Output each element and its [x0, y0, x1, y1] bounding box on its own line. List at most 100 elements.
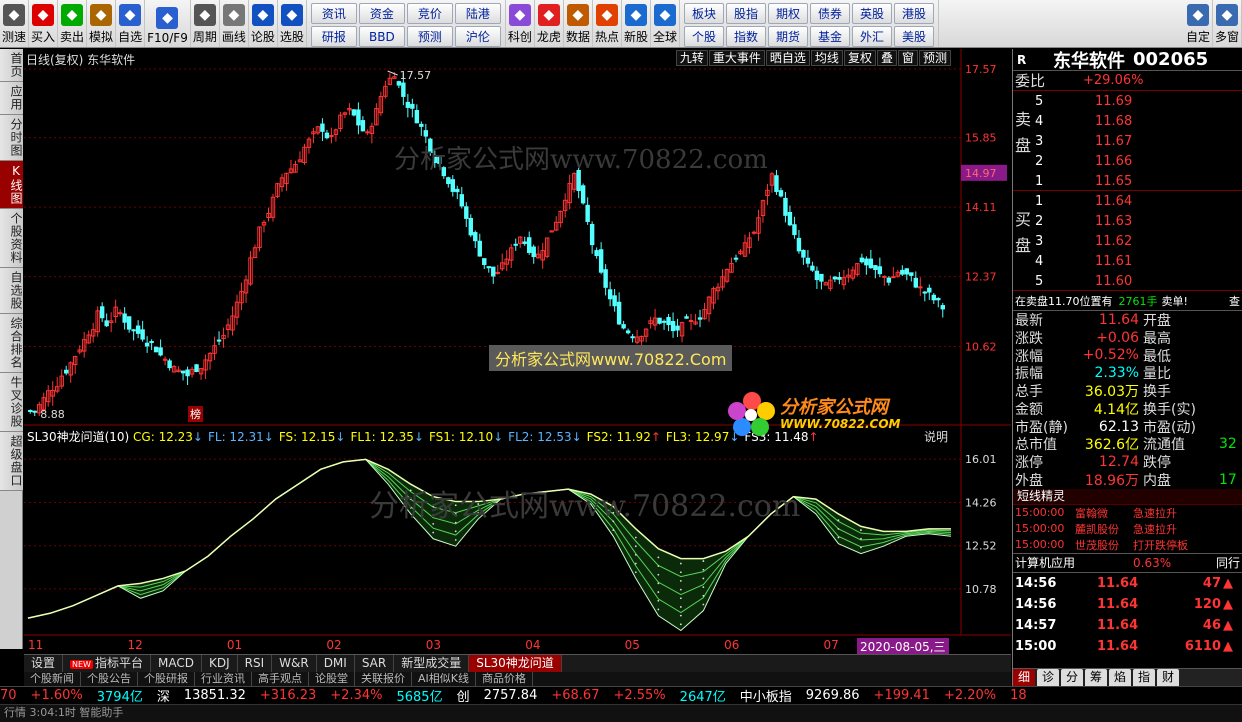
panel-tab[interactable]: 指: [1133, 669, 1155, 686]
left-tab[interactable]: 首页: [0, 49, 23, 82]
indicator-tab[interactable]: SL30神龙问道: [469, 655, 562, 672]
panel-tab[interactable]: 焰: [1109, 669, 1131, 686]
toolbar-button-stock-picker[interactable]: ◆ 选股: [278, 0, 307, 47]
toolbar-market-button[interactable]: 股指: [726, 3, 766, 24]
panel-tab[interactable]: 细: [1013, 669, 1035, 686]
orderbook-row[interactable]: 3 11.67: [1013, 131, 1242, 151]
chart-tool-button[interactable]: 预测: [918, 50, 951, 66]
toolbar-button-ipo[interactable]: ◆ 新股: [622, 0, 651, 47]
toolbar-market-button[interactable]: 板块: [684, 3, 724, 24]
indicator-tab[interactable]: DMI: [317, 655, 355, 672]
info-tab[interactable]: 个股公告: [81, 672, 138, 686]
toolbar-market-button[interactable]: 期货: [768, 26, 808, 47]
indicator-tab[interactable]: MACD: [151, 655, 202, 672]
toolbar-grid-button[interactable]: 资讯: [310, 3, 357, 24]
toolbar-grid-button[interactable]: 沪伦: [454, 26, 501, 47]
toolbar-button-discuss[interactable]: ◆ 论股: [249, 0, 278, 47]
toolbar-button-globe[interactable]: ◆ 全球: [651, 0, 680, 47]
toolbar-button-period[interactable]: ◆ 周期: [191, 0, 220, 47]
chart-tool-button[interactable]: 窗: [897, 50, 918, 66]
panel-tab[interactable]: 诊: [1037, 669, 1059, 686]
left-tab[interactable]: 自选股: [0, 268, 23, 314]
chart-tool-button[interactable]: 复权: [843, 50, 876, 66]
left-tab[interactable]: 应用: [0, 82, 23, 115]
candle: [455, 185, 460, 200]
panel-tab[interactable]: 财: [1157, 669, 1179, 686]
sector-row[interactable]: 计算机应用 0.63% 同行: [1013, 552, 1242, 573]
panel-tab[interactable]: 筹: [1085, 669, 1107, 686]
chart-tool-button[interactable]: 均线: [810, 50, 843, 66]
indicator-tab[interactable]: W&R: [272, 655, 317, 672]
short-wizard-item[interactable]: 15:00:00 麓凯股份 急速拉升: [1013, 521, 1242, 537]
indicator-tab[interactable]: KDJ: [202, 655, 238, 672]
orderbook-row[interactable]: 4 11.61: [1013, 251, 1242, 271]
toolbar-market-button[interactable]: 外汇: [852, 26, 892, 47]
toolbar-button-data[interactable]: ◆ 数据: [564, 0, 593, 47]
indicator-tab[interactable]: SAR: [355, 655, 395, 672]
toolbar-grid-button[interactable]: 资金: [358, 3, 405, 24]
toolbar-grid-button[interactable]: 竞价: [406, 3, 453, 24]
toolbar-button-draw-line[interactable]: ◆ 画线: [220, 0, 249, 47]
toolbar-button-buy[interactable]: ◆ 买入: [29, 0, 59, 47]
panel-tab[interactable]: 分: [1061, 669, 1083, 686]
left-tab[interactable]: 牛叉诊股: [0, 373, 23, 432]
toolbar-button-f10[interactable]: ◆ F10/F9: [145, 0, 191, 47]
orderbook-row[interactable]: 1 11.65: [1013, 171, 1242, 191]
toolbar-button-simulate[interactable]: ◆ 模拟: [87, 0, 117, 47]
info-tab[interactable]: 高手观点: [252, 672, 309, 686]
toolbar-market-button[interactable]: 期权: [768, 3, 808, 24]
left-tab[interactable]: 综合排名: [0, 314, 23, 373]
toolbar-button-multi-window[interactable]: ◆ 多窗: [1213, 0, 1242, 47]
chart-tool-button[interactable]: 叠: [876, 50, 897, 66]
toolbar-grid-button[interactable]: BBD: [358, 26, 405, 47]
orderbook-row[interactable]: 5 11.60: [1013, 271, 1242, 291]
orderbook-row[interactable]: 3 11.62: [1013, 231, 1242, 251]
toolbar-button-speed-test[interactable]: ◆ 测速: [0, 0, 30, 47]
left-tab[interactable]: K线图: [0, 161, 23, 209]
toolbar-button-star-market[interactable]: ◆ 科创: [506, 0, 535, 47]
toolbar-market-button[interactable]: 美股: [894, 26, 934, 47]
orderbook-row[interactable]: 2 11.63: [1013, 211, 1242, 231]
chart-tool-button[interactable]: 晒自选: [765, 50, 810, 66]
indicator-tab[interactable]: RSI: [238, 655, 273, 672]
toolbar-grid-button[interactable]: 研报: [310, 26, 357, 47]
short-wizard-item[interactable]: 15:00:00 世茂股份 打开跌停板: [1013, 537, 1242, 553]
info-tab[interactable]: 行业资讯: [195, 672, 252, 686]
toolbar-button-hotspot[interactable]: ◆ 热点: [593, 0, 622, 47]
left-tab[interactable]: 超级盘口: [0, 432, 23, 491]
toolbar-button-customize[interactable]: ◆ 自定: [1184, 0, 1213, 47]
info-tab[interactable]: 关联报价: [355, 672, 412, 686]
indicator-tab[interactable]: 新型成交量: [394, 655, 470, 672]
toolbar-market-button[interactable]: 港股: [894, 3, 934, 24]
chart-tool-button[interactable]: 九转: [675, 50, 708, 66]
chart-tool-button[interactable]: 重大事件: [708, 50, 765, 66]
toolbar-button-sell[interactable]: ◆ 卖出: [58, 0, 88, 47]
toolbar-market-button[interactable]: 个股: [684, 26, 724, 47]
indicator-explain[interactable]: 说明: [924, 428, 948, 445]
orderbook-row[interactable]: 4 11.68: [1013, 111, 1242, 131]
indicator-tab[interactable]: NEW 指标平台: [63, 654, 151, 673]
info-tab[interactable]: 个股研报: [138, 672, 195, 686]
orderbook-row[interactable]: 5 11.69: [1013, 91, 1242, 111]
toolbar-market-button[interactable]: 基金: [810, 26, 850, 47]
left-tab[interactable]: 分时图: [0, 115, 23, 161]
left-tab[interactable]: 个股资料: [0, 209, 23, 268]
toolbar-grid-button[interactable]: 陆港: [454, 3, 501, 24]
info-tab[interactable]: 论股堂: [309, 672, 355, 686]
toolbar-market-button[interactable]: 英股: [852, 3, 892, 24]
toolbar-button-watchlist[interactable]: ◆ 自选: [116, 0, 146, 47]
toolbar-button-dragon-tiger[interactable]: ◆ 龙虎: [535, 0, 564, 47]
toolbar-market-button[interactable]: 债券: [810, 3, 850, 24]
ranking-marker[interactable]: 榜: [188, 406, 203, 422]
info-tab[interactable]: 个股新闻: [24, 672, 81, 686]
info-tab[interactable]: 商品价格: [476, 672, 533, 686]
indicator-tab[interactable]: 设置: [24, 655, 64, 672]
orderbook-row[interactable]: 2 11.66: [1013, 151, 1242, 171]
orderbook-row[interactable]: 1 11.64: [1013, 191, 1242, 211]
short-wizard-item[interactable]: 15:00:00 富翰微 急速拉升: [1013, 505, 1242, 521]
toolbar-market-button[interactable]: 指数: [726, 26, 766, 47]
sell-note-button[interactable]: 查: [1229, 293, 1242, 309]
chart-area[interactable]: 17.57 15.85 14.11 12.37 10.62 14.97 17.57 8.88 1…: [24, 49, 1011, 655]
toolbar-grid-button[interactable]: 预测: [406, 26, 453, 47]
info-tab[interactable]: AI相似K线: [412, 672, 476, 686]
